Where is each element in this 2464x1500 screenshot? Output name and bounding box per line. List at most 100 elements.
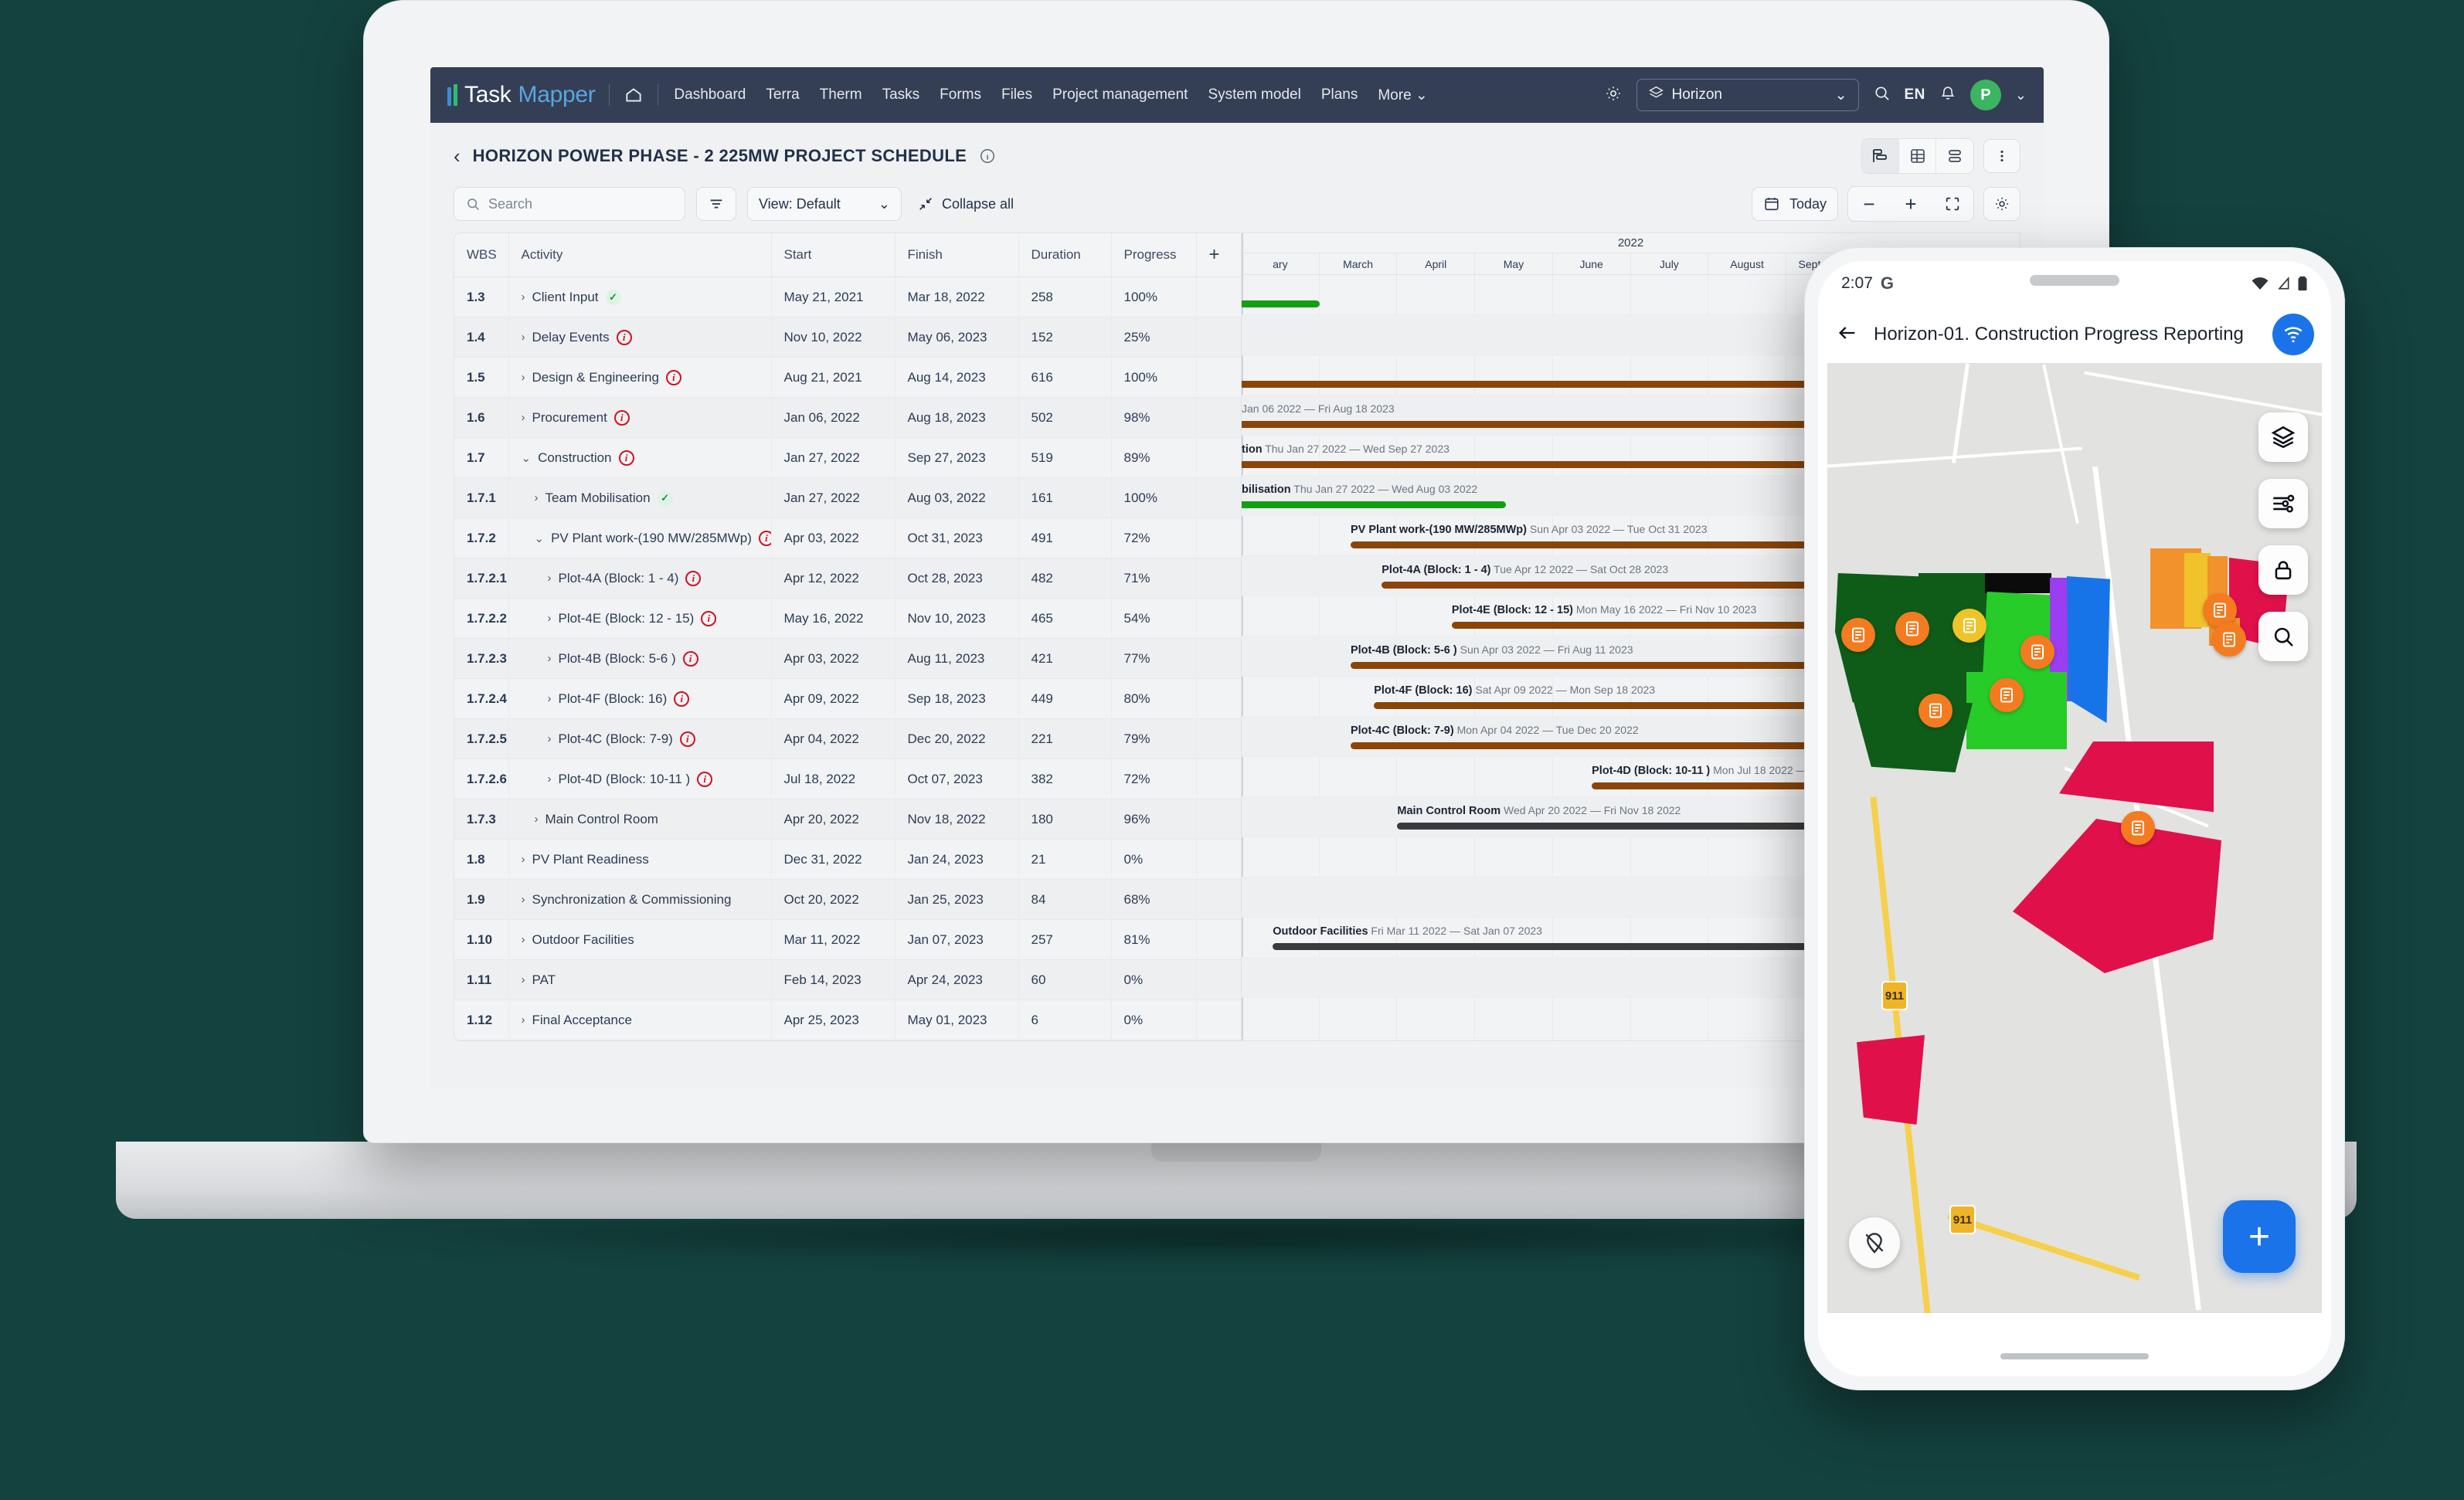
gantt-view-icon[interactable] — [1862, 139, 1899, 173]
avatar[interactable]: P — [1970, 80, 2001, 110]
zoom-in-button[interactable]: + — [1890, 187, 1932, 221]
map-marker-report[interactable] — [1919, 694, 1953, 728]
table-row[interactable]: 1.7.3 › Main Control Room Apr 20, 2022 Nov 1… — [454, 799, 1241, 840]
table-row[interactable]: 1.12 › Final Acceptance Apr 25, 2023 May 01,… — [454, 999, 1241, 1040]
kebab-menu-icon[interactable] — [1983, 139, 2020, 173]
filter-sliders-icon[interactable] — [2258, 479, 2308, 528]
row-expand-toggle[interactable]: › — [548, 772, 552, 786]
project-selector[interactable]: Horizon ⌄ — [1636, 79, 1859, 111]
map-marker-report[interactable] — [1895, 612, 1929, 646]
table-row[interactable]: 1.3 › Client Input ✓ May 21, 2021 Mar 18, 202… — [454, 277, 1241, 317]
row-expand-toggle[interactable]: › — [522, 331, 525, 344]
map-marker-report-pending[interactable] — [1953, 609, 1986, 643]
row-expand-toggle[interactable]: › — [548, 692, 552, 705]
table-row[interactable]: 1.7 ⌄ Construction i Jan 27, 2022 Sep 27, 202… — [454, 437, 1241, 478]
row-expand-toggle[interactable]: › — [522, 290, 525, 304]
zoom-out-button[interactable]: − — [1848, 187, 1890, 221]
column-header-wbs[interactable]: WBS — [454, 233, 509, 277]
fullscreen-icon[interactable] — [1932, 187, 1973, 221]
row-expand-toggle[interactable]: › — [548, 732, 552, 745]
row-expand-toggle[interactable]: › — [522, 853, 525, 866]
column-header-progress[interactable]: Progress — [1111, 233, 1197, 277]
table-row[interactable]: 1.4 › Delay Events i Nov 10, 2022 May 06, 202… — [454, 317, 1241, 358]
search-input[interactable]: Search — [454, 187, 685, 221]
lock-icon[interactable] — [2258, 545, 2308, 595]
map-marker-report[interactable] — [2020, 635, 2054, 669]
today-button[interactable]: Today — [1751, 187, 1838, 221]
table-row[interactable]: 1.7.2 ⌄ PV Plant work-(190 MW/285MWp) i Apr … — [454, 518, 1241, 558]
nav-item-plans[interactable]: Plans — [1321, 87, 1358, 104]
view-selector[interactable]: View: Default ⌄ — [747, 187, 902, 221]
table-row[interactable]: 1.11 › PAT Feb 14, 2023 Apr 24, 2023 60 0% — [454, 959, 1241, 1000]
search-icon[interactable] — [2258, 612, 2308, 661]
table-row[interactable]: 1.7.2.5 › Plot-4C (Block: 7-9) i Apr 04, 202… — [454, 718, 1241, 759]
row-expand-toggle[interactable]: ⌄ — [535, 531, 545, 545]
app-logo[interactable]: Task Mapper — [447, 82, 596, 108]
table-row[interactable]: 1.5 › Design & Engineering i Aug 21, 2021 Aug… — [454, 357, 1241, 398]
row-expand-toggle[interactable]: › — [522, 933, 525, 946]
row-expand-toggle[interactable]: › — [522, 1013, 525, 1027]
nav-item-therm[interactable]: Therm — [820, 87, 862, 104]
table-row[interactable]: 1.7.2.1 › Plot-4A (Block: 1 - 4) i Apr 12, 2… — [454, 558, 1241, 599]
table-row[interactable]: 1.8 › PV Plant Readiness Dec 31, 2022 Jan 24… — [454, 839, 1241, 880]
row-expand-toggle[interactable]: › — [522, 411, 525, 424]
table-row[interactable]: 1.9 › Synchronization & Commissioning Oct 2… — [454, 879, 1241, 920]
home-icon[interactable] — [624, 85, 644, 105]
table-view-icon[interactable] — [1899, 139, 1936, 173]
nav-item-dashboard[interactable]: Dashboard — [674, 87, 746, 104]
row-expand-toggle[interactable]: › — [522, 371, 525, 384]
column-header-activity[interactable]: Activity — [508, 233, 772, 277]
nav-item-terra[interactable]: Terra — [766, 87, 799, 104]
location-off-icon[interactable] — [1849, 1217, 1900, 1268]
collapse-all-button[interactable]: Collapse all — [917, 195, 1014, 212]
info-icon[interactable] — [979, 148, 996, 165]
filter-button[interactable] — [696, 187, 736, 221]
row-expand-toggle[interactable]: › — [548, 612, 552, 625]
map-view[interactable]: 911 911 + — [1827, 363, 2322, 1313]
gantt-bar[interactable] — [1242, 300, 1320, 307]
chevron-down-icon[interactable]: ⌄ — [2015, 87, 2027, 104]
map-marker-report[interactable] — [1990, 678, 2024, 712]
nav-item-system-model[interactable]: System model — [1208, 87, 1300, 104]
add-column-button[interactable]: + — [1196, 233, 1241, 277]
row-expand-toggle[interactable]: ⌄ — [522, 451, 532, 465]
nav-item-files[interactable]: Files — [1001, 87, 1032, 104]
row-expand-toggle[interactable]: › — [548, 572, 552, 585]
column-header-finish[interactable]: Finish — [895, 233, 1019, 277]
table-row[interactable]: 1.6 › Procurement i Jan 06, 2022 Aug 18, 2023… — [454, 397, 1241, 438]
nav-item-tasks[interactable]: Tasks — [882, 87, 920, 104]
row-expand-toggle[interactable]: › — [535, 813, 539, 826]
map-marker-report[interactable] — [1841, 618, 1875, 652]
column-header-start[interactable]: Start — [771, 233, 896, 277]
back-button[interactable]: ‹ — [454, 146, 461, 166]
language-switcher[interactable]: EN — [1905, 87, 1925, 104]
gantt-bar[interactable] — [1242, 501, 1507, 508]
add-report-button[interactable]: + — [2223, 1200, 2296, 1273]
gantt-settings-button[interactable] — [1983, 187, 2020, 221]
table-row[interactable]: 1.7.2.2 › Plot-4E (Block: 12 - 15) i May 16,… — [454, 598, 1241, 639]
map-control-stack — [2258, 412, 2308, 661]
table-row[interactable]: 1.7.1 › Team Mobilisation ✓ Jan 27, 2022 Aug … — [454, 477, 1241, 518]
arrow-left-icon[interactable] — [1835, 322, 1860, 348]
map-marker-report[interactable] — [2212, 623, 2246, 657]
row-expand-toggle[interactable]: › — [522, 893, 525, 906]
row-expand-toggle[interactable]: › — [548, 652, 552, 665]
activity-name: Team Mobilisation — [545, 490, 651, 505]
search-icon[interactable] — [1873, 84, 1891, 106]
board-view-icon[interactable] — [1936, 139, 1973, 173]
layers-icon[interactable] — [2258, 412, 2308, 462]
table-row[interactable]: 1.7.2.3 › Plot-4B (Block: 5-6 ) i Apr 03, 20… — [454, 638, 1241, 679]
table-row[interactable]: 1.7.2.4 › Plot-4F (Block: 16) i Apr 09, 2022… — [454, 678, 1241, 719]
table-row[interactable]: 1.7.2.6 › Plot-4D (Block: 10-11 ) i Jul 18, … — [454, 758, 1241, 799]
nav-item-forms[interactable]: Forms — [940, 87, 981, 104]
column-header-duration[interactable]: Duration — [1018, 233, 1112, 277]
row-expand-toggle[interactable]: › — [522, 973, 525, 986]
nav-item-project-management[interactable]: Project management — [1052, 87, 1188, 104]
table-row[interactable]: 1.10 › Outdoor Facilities Mar 11, 2022 Jan 0… — [454, 919, 1241, 960]
bell-icon[interactable] — [1939, 85, 1956, 106]
nav-item-more[interactable]: More ⌄ — [1378, 87, 1428, 104]
row-expand-toggle[interactable]: › — [535, 491, 539, 504]
gear-icon[interactable] — [1604, 84, 1623, 107]
map-marker-report[interactable] — [2121, 811, 2155, 845]
wifi-sync-icon[interactable] — [2272, 314, 2314, 355]
